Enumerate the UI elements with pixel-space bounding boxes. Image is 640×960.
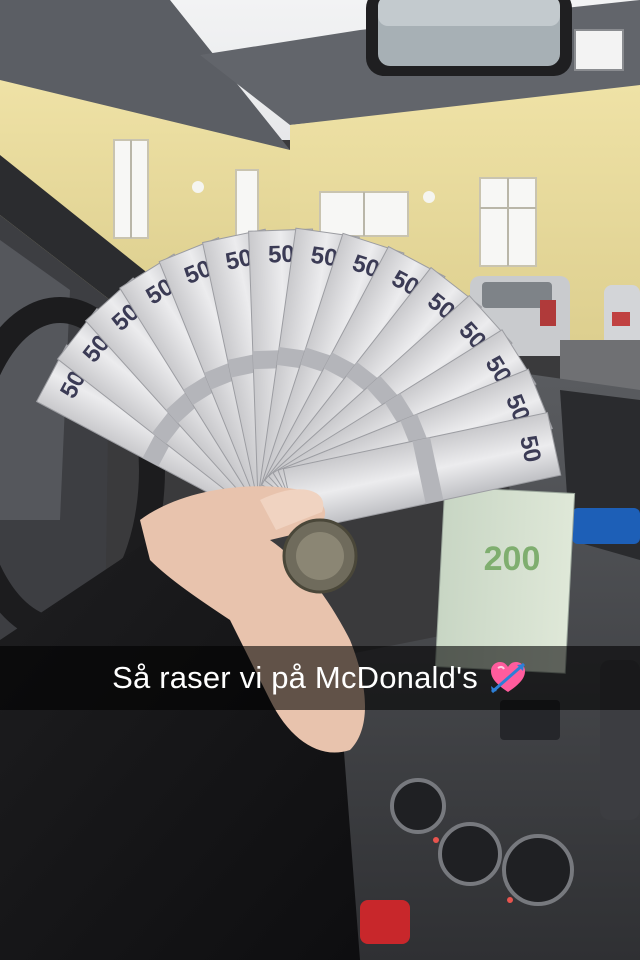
banknote-label: 50: [514, 433, 546, 465]
snapchat-caption-bar: Så raser vi på McDonald's: [0, 646, 640, 710]
photo-scene: 5050505050 50 50 50 50 505050505050200: [0, 0, 640, 960]
rearview-mirror: [366, 0, 572, 76]
banknote-200-label: 200: [484, 540, 541, 578]
heart-with-arrow-icon: [488, 658, 528, 698]
caption-text: Så raser vi på McDonald's: [112, 660, 478, 695]
